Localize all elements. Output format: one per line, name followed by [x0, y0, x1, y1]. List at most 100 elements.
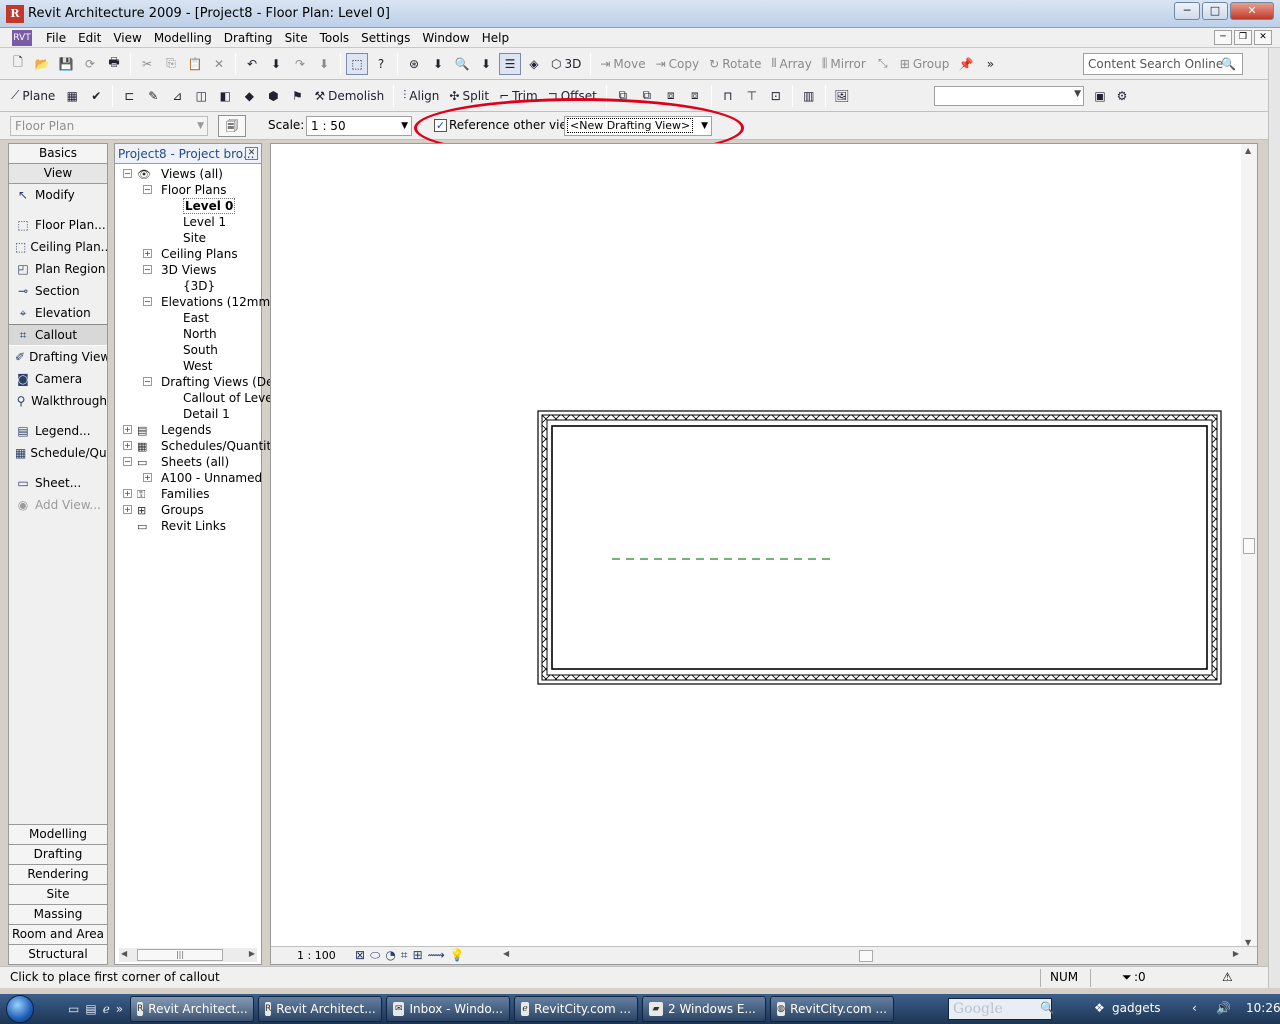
- minimize-button[interactable]: ─: [1174, 2, 1200, 20]
- cut-icon[interactable]: ✂: [136, 53, 158, 75]
- start-button[interactable]: [0, 994, 40, 1024]
- dimension-icon[interactable]: ⊏: [118, 85, 140, 107]
- render-settings-combo[interactable]: ▼: [934, 86, 1084, 106]
- wall-rectangle[interactable]: [537, 410, 1222, 685]
- tree-node[interactable]: North: [115, 326, 261, 342]
- clock[interactable]: 10:26: [1246, 1001, 1280, 1015]
- expand-icon[interactable]: +: [143, 473, 152, 482]
- cut-geometry-icon[interactable]: ◫: [190, 85, 212, 107]
- legend-button[interactable]: ▤ Legend...: [9, 420, 107, 442]
- mirror-button[interactable]: ⫼ Mirror: [818, 53, 870, 75]
- redo-dropdown-icon[interactable]: ⬇: [313, 53, 335, 75]
- tab-modelling[interactable]: Modelling: [9, 824, 107, 844]
- undo-icon[interactable]: ↶: [241, 53, 263, 75]
- phase-icon[interactable]: ⚑: [286, 85, 308, 107]
- taskbar-button[interactable]: ◍ RevitCity.com ...: [770, 996, 894, 1022]
- menu-help[interactable]: Help: [476, 31, 515, 45]
- add-view-button[interactable]: ◉ Add View...: [9, 494, 107, 516]
- menu-site[interactable]: Site: [279, 31, 314, 45]
- collapse-icon[interactable]: −: [143, 297, 152, 306]
- move-button[interactable]: ⇥ Move: [596, 53, 649, 75]
- show-work-plane-icon[interactable]: ▦: [61, 85, 83, 107]
- temporary-hide-icon[interactable]: ⟿: [428, 948, 445, 963]
- zoom-dropdown-icon[interactable]: ⬇: [475, 53, 497, 75]
- crop-region-icon[interactable]: ⌗: [401, 948, 408, 963]
- spelling-icon[interactable]: ✔: [85, 85, 107, 107]
- delete-icon[interactable]: ✕: [208, 53, 230, 75]
- taskbar-button[interactable]: ✉ Inbox - Windo...: [386, 996, 510, 1022]
- worksharing-icon[interactable]: ⚠: [1222, 970, 1233, 984]
- detail-level-icon[interactable]: ⊠: [355, 948, 365, 963]
- outer-vertical-scrollbar[interactable]: [1268, 48, 1280, 988]
- linework-icon[interactable]: ⊓: [717, 85, 739, 107]
- paste-icon[interactable]: 📋: [184, 53, 206, 75]
- work-plane-button[interactable]: ⟋ Plane: [7, 85, 59, 107]
- taskbar-button[interactable]: ▰ 2 Windows E...: [642, 996, 766, 1022]
- internet-explorer-icon[interactable]: ℯ: [103, 1002, 110, 1016]
- vertical-scrollbar[interactable]: ▲ ▼: [1241, 144, 1257, 949]
- quick-launch-overflow-icon[interactable]: »: [116, 1002, 123, 1016]
- thin-lines-icon[interactable]: ☰: [499, 52, 521, 75]
- switch-windows-icon[interactable]: ▤: [85, 1002, 96, 1016]
- tree-node[interactable]: Callout of Level: [115, 390, 276, 406]
- expand-icon[interactable]: +: [123, 505, 132, 514]
- tree-node[interactable]: − Drafting Views (Deta: [115, 374, 286, 390]
- tree-node[interactable]: −3D Views: [115, 262, 261, 278]
- taskbar-button[interactable]: ℯ RevitCity.com ...: [514, 996, 638, 1022]
- redo-icon[interactable]: ↷: [289, 53, 311, 75]
- render-settings-icon[interactable]: ⚙: [1111, 85, 1133, 107]
- coordination-review-icon[interactable]: ⧈: [684, 85, 706, 107]
- floor-plan-button[interactable]: ⬚ Floor Plan...: [9, 214, 107, 236]
- sheet-button[interactable]: ▭ Sheet...: [9, 472, 107, 494]
- print-icon[interactable]: 🖶: [103, 53, 125, 75]
- modify-tool-icon[interactable]: ⬚: [346, 52, 368, 75]
- gadgets-icon[interactable]: ❖: [1094, 1001, 1105, 1015]
- tab-basics[interactable]: Basics: [9, 144, 107, 164]
- scroll-up-icon[interactable]: ▲: [1245, 146, 1251, 155]
- save-icon[interactable]: 💾: [55, 53, 77, 75]
- tree-node[interactable]: − Elevations (12mm Ci: [115, 294, 286, 310]
- google-search-input[interactable]: Google: [948, 998, 1052, 1020]
- scroll-right-icon[interactable]: ▶: [249, 949, 255, 958]
- drafting-view-button[interactable]: ✐Drafting View...: [9, 346, 107, 368]
- tree-node[interactable]: − Floor Plans: [115, 182, 261, 198]
- collapse-icon[interactable]: −: [123, 457, 132, 466]
- type-selector[interactable]: Floor Plan ▼: [10, 116, 208, 136]
- demolish-button[interactable]: ⚒ Demolish: [310, 85, 388, 107]
- tree-node[interactable]: Site: [115, 230, 261, 246]
- schedule-button[interactable]: ▦Schedule/Quantities...: [9, 442, 107, 464]
- menu-drafting[interactable]: Drafting: [218, 31, 279, 45]
- tree-node[interactable]: {3D}: [115, 278, 261, 294]
- dynamic-view-icon[interactable]: ⊛: [403, 53, 425, 75]
- tree-node[interactable]: Level 0: [115, 198, 261, 214]
- menu-modelling[interactable]: Modelling: [148, 31, 218, 45]
- tree-node[interactable]: − ▭ Sheets (all): [115, 454, 261, 470]
- tree-node[interactable]: East: [115, 310, 261, 326]
- toolbar-overflow-button[interactable]: »: [979, 53, 1001, 75]
- collapse-icon[interactable]: −: [143, 377, 152, 386]
- tree-node[interactable]: + ▦ Schedules/Quantitie: [115, 438, 282, 454]
- tab-drafting[interactable]: Drafting: [9, 844, 107, 864]
- tree-node[interactable]: South: [115, 342, 261, 358]
- zoom-icon[interactable]: 🔍: [451, 53, 473, 75]
- drawing-area[interactable]: ▲ ▼ 1 : 100 ⊠ ⬭ ◔ ⌗ ⊞ ⟿ 💡 ◀ ▶: [270, 143, 1258, 965]
- shading-icon[interactable]: ◈: [523, 53, 545, 75]
- copy-icon[interactable]: ⎘: [160, 53, 182, 75]
- tab-rendering[interactable]: Rendering: [9, 864, 107, 884]
- volume-icon[interactable]: 🔊: [1216, 1001, 1231, 1015]
- tree-node[interactable]: Detail 1: [115, 406, 261, 422]
- taskbar-button[interactable]: R Revit Architect...: [130, 996, 254, 1022]
- tree-node[interactable]: + ▤ Legends: [115, 422, 261, 438]
- scale-select[interactable]: 1 : 50 ▼: [306, 116, 412, 136]
- tree-node[interactable]: ▭ Revit Links: [115, 518, 261, 534]
- expand-icon[interactable]: +: [123, 441, 132, 450]
- undo-dropdown-icon[interactable]: ⬇: [265, 53, 287, 75]
- document-minimize-button[interactable]: ─: [1214, 30, 1232, 45]
- default-3d-view-button[interactable]: ⬡ 3D: [547, 53, 585, 75]
- render-icon[interactable]: 🖼: [831, 85, 853, 107]
- content-search-input[interactable]: Content Search Online 🔍: [1083, 53, 1243, 75]
- search-icon[interactable]: 🔍: [1040, 1001, 1055, 1015]
- menu-edit[interactable]: Edit: [72, 31, 107, 45]
- help-pointer-icon[interactable]: ?: [370, 53, 392, 75]
- scroll-right-icon[interactable]: ▶: [1233, 949, 1239, 958]
